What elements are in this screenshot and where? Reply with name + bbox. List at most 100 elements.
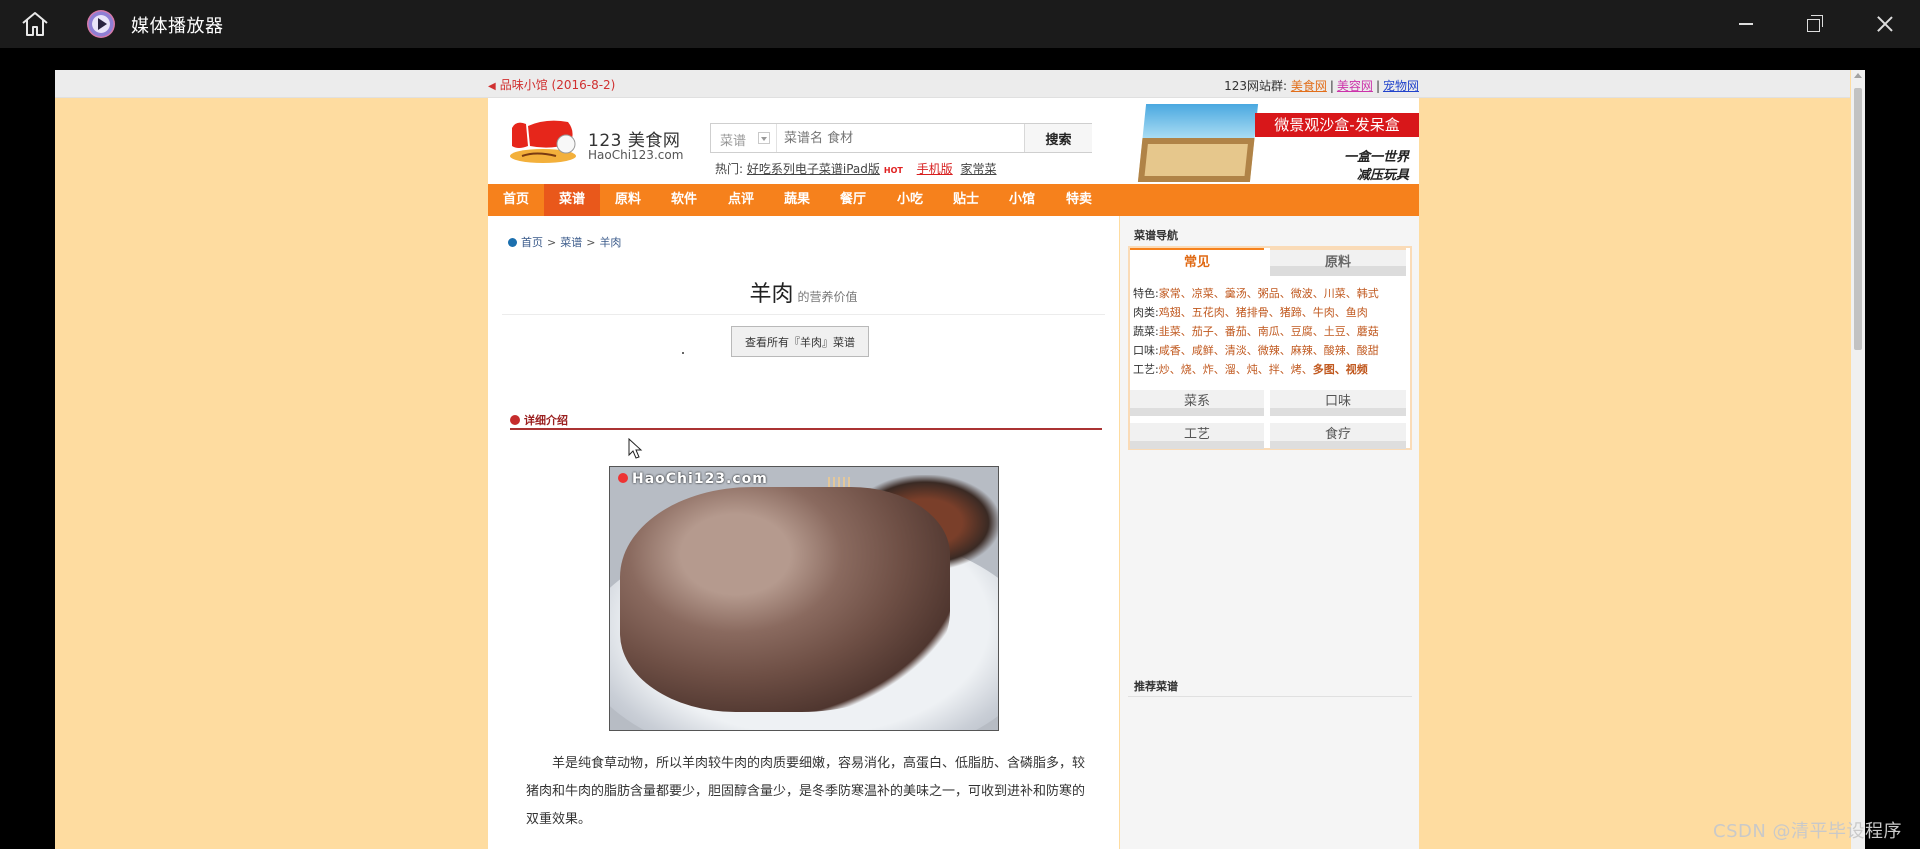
main-content: 首页 > 菜谱 > 羊肉 羊肉 的营养价值 查看所有『羊肉』菜谱 详细介绍 HaoChi1… [488, 216, 1119, 849]
category-row-vegetables: 蔬菜:韭菜、茄子、番茄、南瓜、豆腐、土豆、蘑菇 [1133, 325, 1379, 338]
home-icon[interactable] [20, 11, 50, 37]
breadcrumb: 首页 > 菜谱 > 羊肉 [508, 234, 621, 250]
search-type-value: 菜谱 [720, 134, 747, 149]
scroll-thumb[interactable] [1854, 88, 1862, 350]
tab-common[interactable]: 常见 [1130, 248, 1264, 276]
divider [682, 352, 684, 354]
minimize-button[interactable] [1717, 0, 1777, 48]
nav-item-software[interactable]: 软件 [656, 184, 712, 216]
cuisine-button[interactable]: 菜系 [1130, 390, 1264, 416]
category-row-technique: 工艺:炒、烧、炸、溜、炖、拌、烤、多图、视频 [1133, 363, 1368, 376]
category-row-flavor: 口味:咸香、咸鲜、清淡、微辣、麻辣、酸辣、酸甜 [1133, 344, 1379, 357]
category-links[interactable]: 家常、凉菜、羹汤、粥品、微波、川菜、韩式 [1159, 287, 1379, 300]
mouse-cursor-icon [628, 438, 643, 459]
description-paragraph: 羊是纯食草动物，所以羊肉较牛肉的肉质要细嫩，容易消化，高蛋白、低脂肪、含磷脂多，… [526, 756, 1086, 827]
section-divider [510, 428, 1102, 430]
nav-item-tips[interactable]: 贴士 [938, 184, 994, 216]
category-row-featured: 特色:家常、凉菜、羹汤、粥品、微波、川菜、韩式 [1133, 287, 1379, 300]
category-links[interactable]: 炒、烧、炸、溜、炖、拌、烤、 [1159, 363, 1313, 376]
nav-item-reviews[interactable]: 点评 [713, 184, 769, 216]
category-links-bold[interactable]: 多图、视频 [1313, 363, 1368, 376]
page-container: ◀ 品味小馆 (2016-8-2) 123网站群: 美食网 | 美容网 | 宠物网 123… [488, 70, 1419, 849]
page-title: 羊肉 的营养价值 [488, 276, 1119, 308]
sidebar-title: 菜谱导航 [1134, 229, 1178, 242]
nav-item-ingredients[interactable]: 原料 [600, 184, 656, 216]
breadcrumb-recipes[interactable]: 菜谱 [560, 236, 582, 249]
recommended-title: 推荐菜谱 [1134, 680, 1178, 693]
haochi-logo[interactable] [506, 118, 580, 166]
recipe-nav-box: 常见 原料 特色:家常、凉菜、羹汤、粥品、微波、川菜、韩式 肉类:鸡翅、五花肉、… [1128, 246, 1412, 450]
sidebar: 菜谱导航 常见 原料 特色:家常、凉菜、羹汤、粥品、微波、川菜、韩式 肉类:鸡翅… [1120, 216, 1419, 849]
site-separator: | [1375, 79, 1380, 93]
search-input[interactable] [778, 124, 1024, 152]
media-player-app-icon [87, 10, 115, 38]
web-viewport: ◀ 品味小馆 (2016-8-2) 123网站群: 美食网 | 美容网 | 宠物网 123… [55, 70, 1865, 849]
site-header: 123 美食网 HaoChi123.com 菜谱 搜索 热门: 好吃系列电子菜谱… [488, 98, 1419, 184]
chevron-down-icon[interactable] [758, 132, 770, 144]
site-link-beauty[interactable]: 美容网 [1337, 79, 1373, 93]
breadcrumb-separator: > [586, 236, 596, 249]
page-title-sub: 的营养价值 [797, 290, 858, 304]
hot-link-ipad[interactable]: 好吃系列电子菜谱iPad版 [747, 162, 880, 176]
nav-item-produce[interactable]: 蔬果 [769, 184, 825, 216]
category-row-meat: 肉类:鸡翅、五花肉、猪排骨、猪蹄、牛肉、鱼肉 [1133, 306, 1368, 319]
breadcrumb-current: 羊肉 [599, 236, 622, 249]
site-domain: HaoChi123.com [588, 148, 684, 162]
category-links[interactable]: 韭菜、茄子、番茄、南瓜、豆腐、土豆、蘑菇 [1159, 325, 1379, 338]
close-button[interactable] [1855, 0, 1915, 48]
banner-slogan: 减压玩具 [1356, 168, 1409, 183]
hot-badge: HOT [883, 166, 903, 175]
flavor-button[interactable]: 口味 [1270, 390, 1406, 416]
scroll-up-arrow-icon[interactable] [1854, 73, 1862, 78]
arrow-circle-icon [510, 415, 520, 425]
diet-therapy-button[interactable]: 食疗 [1270, 423, 1406, 449]
nav-item-sale[interactable]: 特卖 [1051, 184, 1107, 216]
category-list: 特色:家常、凉菜、羹汤、粥品、微波、川菜、韩式 肉类:鸡翅、五花肉、猪排骨、猪蹄… [1133, 284, 1409, 379]
speaker-icon: ◀ [488, 81, 496, 92]
nav-item-recipes[interactable]: 菜谱 [544, 184, 600, 216]
player-titlebar: 媒体播放器 [0, 0, 1920, 48]
category-links[interactable]: 鸡翅、五花肉、猪排骨、猪蹄、牛肉、鱼肉 [1159, 306, 1368, 319]
breadcrumb-home[interactable]: 首页 [521, 236, 543, 249]
nav-item-eateries[interactable]: 小馆 [994, 184, 1050, 216]
divider [502, 314, 1105, 315]
banner-tag: 微景观沙盒-发呆盒 [1255, 113, 1419, 137]
site-group-links: 123网站群: 美食网 | 美容网 | 宠物网 [1224, 77, 1419, 94]
hot-links: 热门: 好吃系列电子菜谱iPad版 HOT 手机版 家常菜 [715, 160, 1001, 177]
section-heading: 详细介绍 [510, 412, 568, 428]
search-button[interactable]: 搜索 [1024, 124, 1092, 152]
ad-banner[interactable]: 微景观沙盒-发呆盒 一盒一世界 减压玩具 [1137, 100, 1419, 184]
site-separator: | [1329, 79, 1334, 93]
mutton-photo: HaoChi123.com [609, 466, 999, 731]
news-text[interactable]: 品味小馆 (2016-8-2) [500, 78, 616, 92]
page-title-main: 羊肉 [749, 282, 794, 307]
technique-button[interactable]: 工艺 [1130, 423, 1264, 449]
view-all-recipes-button[interactable]: 查看所有『羊肉』菜谱 [731, 326, 869, 357]
window-title: 媒体播放器 [131, 16, 224, 37]
hot-link-mobile[interactable]: 手机版 [917, 162, 953, 176]
search-bar: 菜谱 搜索 [710, 123, 1092, 153]
site-link-pet[interactable]: 宠物网 [1383, 79, 1419, 93]
restore-button[interactable] [1785, 0, 1845, 48]
nav-item-snacks[interactable]: 小吃 [882, 184, 938, 216]
search-type-select[interactable]: 菜谱 [711, 124, 777, 152]
category-links[interactable]: 咸香、咸鲜、清淡、微辣、麻辣、酸辣、酸甜 [1159, 344, 1379, 357]
site-link-food[interactable]: 美食网 [1291, 79, 1327, 93]
hot-link-home-cooking[interactable]: 家常菜 [961, 162, 997, 176]
news-ticker[interactable]: ◀ 品味小馆 (2016-8-2) [488, 76, 615, 93]
site-group-label: 123网站群: [1224, 79, 1288, 93]
banner-slogan: 一盒一世界 [1343, 150, 1409, 165]
section-title: 详细介绍 [524, 414, 568, 427]
arrow-circle-icon [508, 238, 517, 247]
nav-item-home[interactable]: 首页 [488, 184, 544, 216]
main-nav: 首页 菜谱 原料 软件 点评 蔬果 餐厅 小吃 贴士 小馆 特卖 [488, 184, 1419, 216]
vertical-scrollbar[interactable] [1851, 70, 1865, 849]
breadcrumb-separator: > [547, 236, 557, 249]
csdn-watermark: CSDN @清平毕设程序 [1713, 821, 1903, 842]
sandbox-image [1137, 104, 1259, 182]
tab-ingredients[interactable]: 原料 [1270, 248, 1406, 276]
nav-item-restaurants[interactable]: 餐厅 [825, 184, 881, 216]
hot-label: 热门: [715, 162, 744, 176]
photo-watermark: HaoChi123.com [618, 471, 768, 487]
divider [1128, 696, 1412, 697]
